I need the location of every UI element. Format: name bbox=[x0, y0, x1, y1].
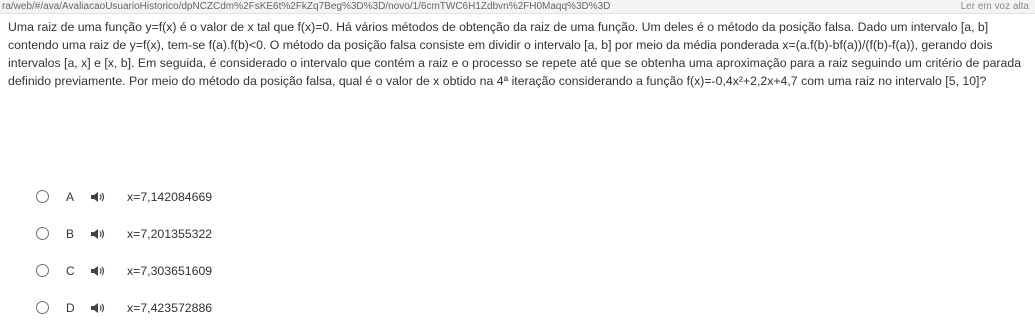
option-b-text: x=7,201355322 bbox=[127, 226, 213, 241]
option-c-radio[interactable] bbox=[36, 264, 49, 277]
option-b-radio[interactable] bbox=[36, 227, 49, 240]
option-d-letter: D bbox=[66, 300, 75, 315]
option-a-text: x=7,142084669 bbox=[127, 189, 213, 204]
speaker-icon[interactable] bbox=[90, 265, 106, 277]
question-text: Uma raiz de uma função y=f(x) é o valor … bbox=[8, 20, 1022, 88]
option-c-letter: C bbox=[66, 263, 75, 278]
speaker-icon[interactable] bbox=[90, 191, 106, 203]
option-b[interactable]: B x=7,201355322 bbox=[36, 215, 636, 252]
option-d-text: x=7,423572886 bbox=[127, 300, 213, 315]
answer-options: A x=7,142084669 B x=7,201355322 C x=7,30… bbox=[36, 178, 636, 326]
option-a[interactable]: A x=7,142084669 bbox=[36, 178, 636, 215]
speaker-icon[interactable] bbox=[90, 228, 106, 240]
option-b-letter: B bbox=[66, 226, 75, 241]
option-d-radio[interactable] bbox=[36, 301, 49, 314]
option-a-radio[interactable] bbox=[36, 190, 49, 203]
option-a-letter: A bbox=[66, 189, 75, 204]
url-text[interactable]: ra/web/#/ava/AvaliacaoUsuarioHistorico/d… bbox=[2, 1, 610, 12]
read-aloud-label: Ler em voz alta bbox=[960, 1, 1029, 12]
option-c[interactable]: C x=7,303651609 bbox=[36, 252, 636, 289]
speaker-icon[interactable] bbox=[90, 302, 106, 314]
option-c-text: x=7,303651609 bbox=[127, 263, 213, 278]
address-bar[interactable]: ra/web/#/ava/AvaliacaoUsuarioHistorico/d… bbox=[0, 0, 1035, 14]
option-d[interactable]: D x=7,423572886 bbox=[36, 289, 636, 326]
read-aloud-button[interactable]: Ler em voz alta bbox=[961, 1, 1029, 12]
